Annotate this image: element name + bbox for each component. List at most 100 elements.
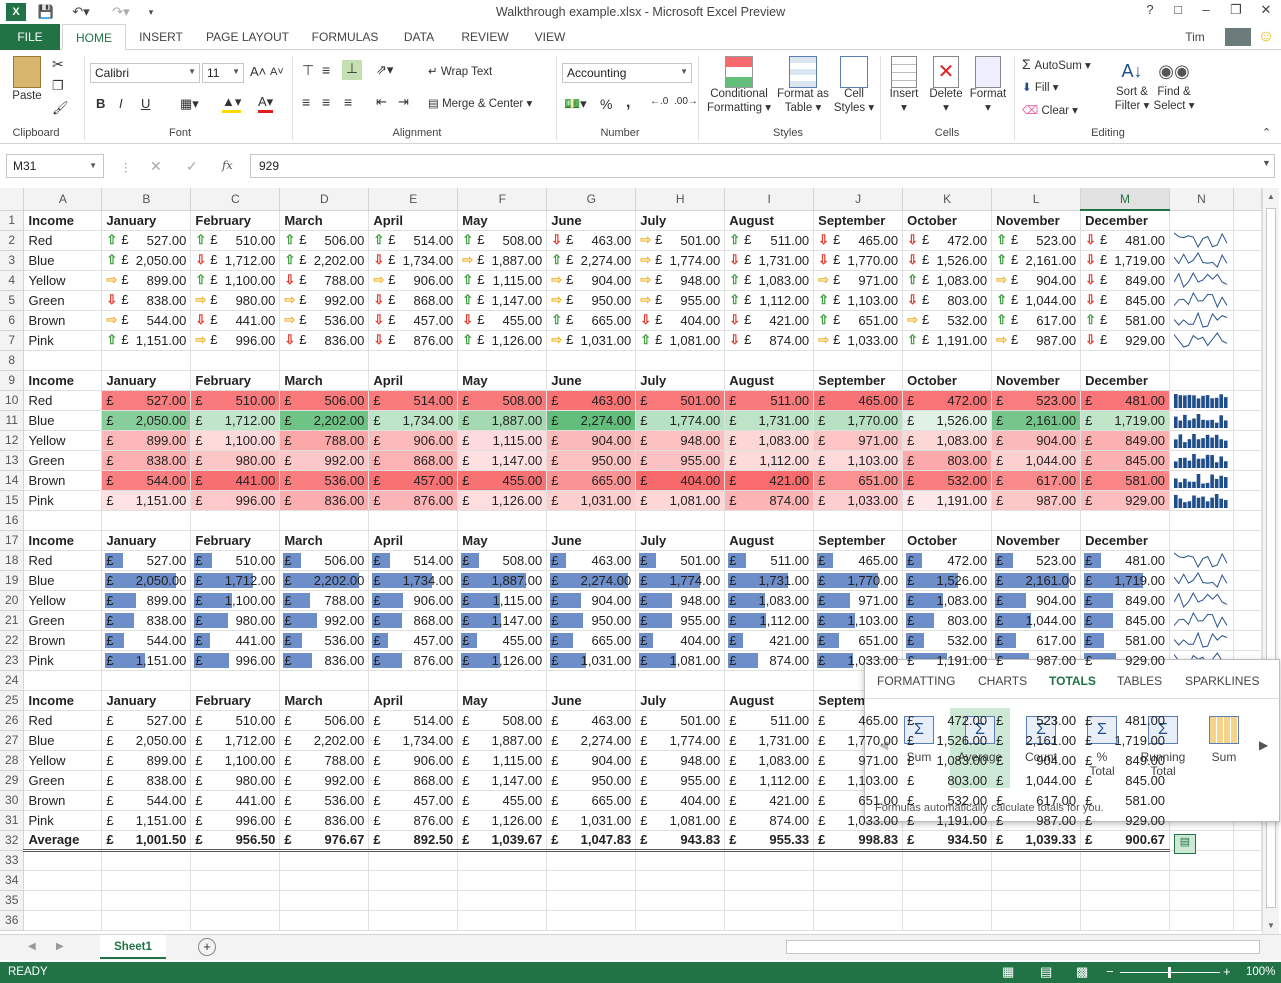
font-name-combo[interactable]: Calibri ▼ [90,63,200,83]
decrease-indent-icon[interactable]: ⇤ [376,94,387,110]
ribbon-display-icon[interactable]: □ [1166,2,1190,22]
page-break-view-icon[interactable]: ▩ [1076,964,1088,980]
bottom-align-icon[interactable]: ⊥ [342,60,362,80]
orientation-icon[interactable]: ⇗▾ [376,62,393,78]
row-header-21[interactable]: 21 [0,610,25,631]
worksheet-grid[interactable]: A B C D E F G H I J K L M N 1 Income January February Marc… [0,188,1262,934]
qa-tab-sparklines[interactable]: SPARKLINES [1185,674,1259,688]
row-header-31[interactable]: 31 [0,810,25,831]
top-align-icon[interactable]: ⊤ [302,62,314,79]
copy-icon[interactable]: ❐ [52,78,64,94]
font-color-icon[interactable]: A▾ [258,94,274,113]
qa-scroll-right-icon[interactable]: ▶ [1259,738,1268,752]
zoom-level[interactable]: 100% [1246,966,1275,978]
sheet-tab-sheet1[interactable]: Sheet1 [100,935,166,959]
zoom-out-icon[interactable]: − [1106,964,1114,979]
vertical-scrollbar[interactable]: ▲ ▼ [1262,188,1279,934]
fill-color-icon[interactable]: ▲▾ [222,94,242,113]
paste-button[interactable]: Paste [8,56,46,102]
row-header-2[interactable]: 2 [0,230,25,251]
normal-view-icon[interactable]: ▦ [1002,964,1014,980]
column-header-k[interactable]: K [902,188,993,211]
tab-file[interactable]: FILE [0,24,60,50]
sort-filter-button[interactable]: A↓ Sort & Filter ▾ [1112,56,1152,112]
collapse-ribbon-icon[interactable]: ⌃ [1262,126,1271,139]
smiley-feedback-icon[interactable]: ☺ [1256,24,1276,50]
shrink-font-icon[interactable]: A˅ [270,66,284,78]
column-header-j[interactable]: J [813,188,904,211]
zoom-in-icon[interactable]: + [1223,964,1231,979]
tab-formulas[interactable]: FORMULAS [306,24,384,50]
row-header-34[interactable]: 34 [0,870,25,891]
autosum-button[interactable]: Σ AutoSum ▾ [1022,56,1091,72]
row-header-29[interactable]: 29 [0,770,25,791]
italic-button[interactable]: I [119,96,123,111]
tab-review[interactable]: REVIEW [456,24,514,50]
insert-cells-button[interactable]: Insert ▾ [884,56,924,114]
column-header-i[interactable]: I [724,188,815,211]
qa-percent-total-button[interactable]: Σ% Total [1072,708,1132,788]
cancel-edit-icon[interactable]: ✕ [150,158,162,175]
qa-tab-formatting[interactable]: FORMATTING [877,674,955,688]
row-header-26[interactable]: 26 [0,710,25,731]
qa-tab-charts[interactable]: CHARTS [978,674,1027,688]
tab-page-layout[interactable]: PAGE LAYOUT [200,24,295,50]
qa-sum-column-button[interactable]: Sum [1194,708,1254,788]
format-painter-icon[interactable]: 🖌 [52,100,69,116]
horizontal-scrollbar[interactable] [786,940,1260,954]
row-header-9[interactable]: 9 [0,370,25,391]
row-header-25[interactable]: 25 [0,690,25,711]
row-header-13[interactable]: 13 [0,450,25,471]
row-header-20[interactable]: 20 [0,590,25,611]
row-header-17[interactable]: 17 [0,530,25,551]
confirm-edit-icon[interactable]: ✓ [186,158,198,175]
qa-tab-tables[interactable]: TABLES [1117,674,1162,688]
column-header-b[interactable]: B [101,188,192,211]
qa-tab-totals[interactable]: TOTALS [1049,674,1096,688]
decrease-decimal-icon[interactable]: .00→ [674,96,698,107]
format-as-table-button[interactable]: Format as Table ▾ [774,56,832,114]
row-header-36[interactable]: 36 [0,910,25,931]
column-header-a[interactable]: A [23,188,103,211]
row-header-12[interactable]: 12 [0,430,25,451]
align-center-icon[interactable]: ≡ [322,94,330,110]
expand-formula-bar-icon[interactable]: ▼ [1262,158,1271,168]
column-header-m[interactable]: M [1080,188,1171,211]
row-header-3[interactable]: 3 [0,250,25,271]
row-header-10[interactable]: 10 [0,390,25,411]
scroll-up-icon[interactable]: ▲ [1263,192,1279,201]
delete-cells-button[interactable]: ✕ Delete ▾ [926,56,966,114]
row-header-14[interactable]: 14 [0,470,25,491]
new-sheet-icon[interactable]: + [198,938,216,956]
row-header-30[interactable]: 30 [0,790,25,811]
minimize-button[interactable]: – [1194,2,1218,22]
bold-button[interactable]: B [96,96,105,111]
row-header-24[interactable]: 24 [0,670,25,691]
increase-indent-icon[interactable]: ⇥ [398,94,409,110]
row-header-28[interactable]: 28 [0,750,25,771]
prev-sheet-icon[interactable]: ◀ [28,941,36,952]
scroll-down-icon[interactable]: ▼ [1263,921,1279,930]
row-header-32[interactable]: 32 [0,830,25,851]
column-header-e[interactable]: E [368,188,459,211]
tab-insert[interactable]: INSERT [136,24,186,50]
row-header-35[interactable]: 35 [0,890,25,911]
formula-input[interactable]: 929 [250,154,1275,178]
row-header-22[interactable]: 22 [0,630,25,651]
borders-icon[interactable]: ▦▾ [180,96,199,112]
percent-button[interactable]: % [600,96,612,112]
align-right-icon[interactable]: ≡ [344,94,352,110]
column-header-n[interactable]: N [1169,188,1234,211]
number-format-combo[interactable]: Accounting ▼ [562,63,692,83]
row-header-1[interactable]: 1 [0,210,25,231]
row-header-6[interactable]: 6 [0,310,25,331]
cell-styles-button[interactable]: Cell Styles ▾ [832,56,876,114]
row-header-15[interactable]: 15 [0,490,25,511]
row-header-4[interactable]: 4 [0,270,25,291]
user-name[interactable]: Tim [1180,24,1210,50]
tab-home[interactable]: HOME [62,24,126,50]
row-header-8[interactable]: 8 [0,350,25,371]
column-header-d[interactable]: D [279,188,370,211]
page-layout-view-icon[interactable]: ▤ [1040,964,1052,980]
grow-font-icon[interactable]: A˄ [250,64,266,79]
